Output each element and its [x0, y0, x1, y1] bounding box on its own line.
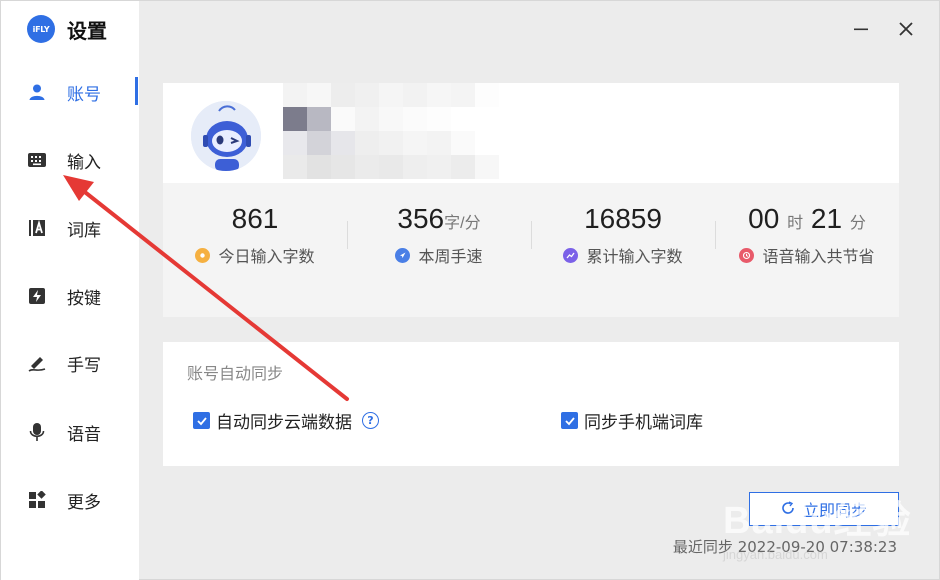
- sync-phone-dictionary-checkbox[interactable]: 同步手机端词库: [561, 408, 703, 433]
- sidebar-item-keys[interactable]: 按键: [27, 276, 139, 316]
- sidebar-item-label: 更多: [67, 492, 101, 513]
- sidebar-item-label: 输入: [67, 152, 101, 173]
- stat-unit-minutes: 分: [849, 215, 866, 232]
- grid-icon: [27, 490, 47, 510]
- stat-label: 语音输入共节省: [762, 247, 875, 266]
- close-icon: [899, 22, 913, 36]
- baidu-watermark: Baidu经验: [723, 500, 912, 542]
- profile-card: 861 今日输入字数 356字/分 本周手速 16859 累计输入字数 00 时…: [163, 83, 899, 317]
- auto-sync-cloud-checkbox[interactable]: 自动同步云端数据 ?: [193, 408, 379, 433]
- sidebar-item-label: 手写: [67, 355, 101, 376]
- sidebar-item-dictionary[interactable]: 词库: [27, 208, 139, 248]
- ifly-logo: iFLY: [27, 15, 55, 43]
- help-icon[interactable]: ?: [362, 412, 379, 429]
- clock-icon: [739, 247, 755, 263]
- stats-row: 861 今日输入字数 356字/分 本周手速 16859 累计输入字数 00 时…: [163, 201, 899, 291]
- minimize-icon: [854, 28, 868, 31]
- sidebar-item-input[interactable]: 输入: [27, 140, 139, 180]
- checkbox-label[interactable]: 自动同步云端数据: [216, 408, 352, 433]
- sidebar-item-account[interactable]: 账号: [27, 72, 139, 112]
- baidu-watermark-url: jingyan.baidu.com: [723, 547, 828, 562]
- stat-unit: 字/分: [444, 215, 481, 232]
- sidebar-item-label: 账号: [67, 84, 101, 105]
- stat-hours: 00: [748, 203, 780, 234]
- sun-icon: [195, 247, 211, 263]
- stat-value: 356: [397, 203, 445, 234]
- close-button[interactable]: [892, 15, 920, 43]
- sidebar-item-more[interactable]: 更多: [27, 480, 139, 520]
- stat-total-chars: 16859 累计输入字数: [531, 201, 715, 291]
- stat-value: 16859: [584, 203, 662, 234]
- sync-section-title: 账号自动同步: [187, 364, 284, 383]
- checkbox-checked-icon[interactable]: [561, 412, 578, 429]
- active-indicator: [135, 77, 138, 105]
- microphone-icon: [27, 422, 47, 442]
- stat-label: 累计输入字数: [586, 247, 683, 266]
- stat-minutes: 21: [810, 203, 843, 234]
- user-icon: [27, 82, 47, 102]
- brand: iFLY 设置: [27, 13, 107, 45]
- minimize-button[interactable]: [847, 15, 875, 43]
- sidebar-item-voice[interactable]: 语音: [27, 412, 139, 452]
- sidebar-item-label: 语音: [67, 424, 101, 445]
- checkbox-label[interactable]: 同步手机端词库: [584, 408, 703, 433]
- pen-icon: [27, 353, 47, 373]
- trend-icon: [563, 247, 579, 263]
- stat-today-chars: 861 今日输入字数: [163, 201, 347, 291]
- sync-card: 账号自动同步 自动同步云端数据 ? 同步手机端词库: [163, 342, 899, 466]
- sidebar-item-label: 词库: [67, 220, 101, 241]
- profile-header: [163, 83, 899, 183]
- stat-unit-hours: 时: [787, 215, 804, 232]
- lightning-icon: [27, 286, 47, 306]
- sidebar-item-label: 按键: [67, 288, 101, 309]
- stat-label: 今日输入字数: [218, 247, 315, 266]
- stat-weekly-speed: 356字/分 本周手速: [347, 201, 531, 291]
- blurred-username: [283, 83, 499, 179]
- keyboard-icon: [27, 150, 47, 170]
- checkbox-checked-icon[interactable]: [193, 412, 210, 429]
- stat-label: 本周手速: [418, 247, 483, 266]
- stat-value: 861: [231, 203, 279, 234]
- settings-window: iFLY 设置 账号 输入 词库 按键 手写 语音 更多 861 今日输入字数 …: [0, 0, 940, 580]
- avatar[interactable]: [191, 101, 261, 171]
- page-title: 设置: [67, 18, 107, 43]
- dictionary-icon: [27, 218, 47, 238]
- sidebar-item-handwriting[interactable]: 手写: [27, 343, 139, 383]
- rocket-icon: [395, 247, 411, 263]
- stat-voice-saved: 00 时 21 分 语音输入共节省: [715, 201, 899, 291]
- sidebar: iFLY 设置 账号 输入 词库 按键 手写 语音 更多: [1, 1, 139, 580]
